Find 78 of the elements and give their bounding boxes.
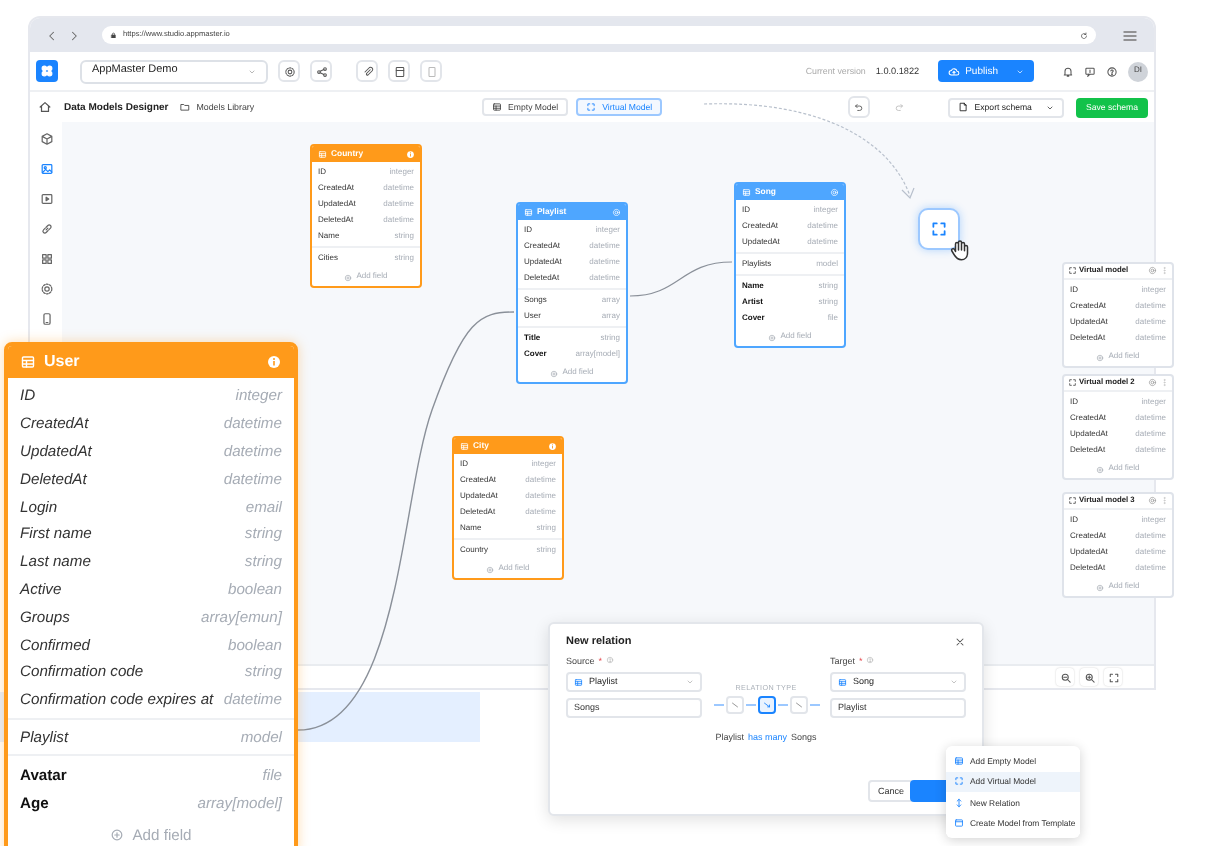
table-icon bbox=[838, 677, 847, 687]
info-icon[interactable] bbox=[266, 354, 282, 370]
share-icon bbox=[315, 65, 327, 77]
diagonal-line-icon bbox=[729, 699, 739, 710]
app-logo[interactable] bbox=[36, 60, 58, 82]
bell-icon[interactable] bbox=[1062, 65, 1074, 77]
table-icon bbox=[318, 149, 327, 159]
plus-circle-icon bbox=[486, 565, 495, 573]
diagonal-line-icon bbox=[793, 699, 803, 710]
hand-cursor-icon bbox=[948, 238, 972, 262]
paperclip-icon bbox=[361, 65, 373, 77]
file-button[interactable] bbox=[420, 60, 442, 82]
settings-icon[interactable] bbox=[1148, 266, 1157, 276]
plus-circle-icon bbox=[768, 333, 777, 341]
play-icon[interactable] bbox=[39, 192, 53, 206]
document-icon bbox=[393, 65, 405, 77]
forward-icon[interactable] bbox=[68, 29, 80, 41]
model-name: User bbox=[44, 352, 82, 372]
gear-icon[interactable] bbox=[39, 282, 53, 296]
close-button[interactable] bbox=[954, 636, 966, 649]
zoom-out-button[interactable] bbox=[1056, 668, 1074, 686]
fit-screen-icon bbox=[930, 220, 948, 238]
attach-button[interactable] bbox=[356, 60, 378, 82]
table-icon bbox=[492, 102, 503, 112]
chat-icon[interactable] bbox=[1084, 65, 1096, 77]
help-icon bbox=[866, 655, 875, 664]
help-icon bbox=[606, 655, 615, 664]
zoom-in-button[interactable] bbox=[1080, 668, 1098, 686]
table-icon bbox=[574, 677, 583, 687]
image-icon[interactable] bbox=[39, 162, 53, 176]
folder-icon bbox=[180, 102, 191, 112]
table-icon bbox=[20, 354, 36, 370]
undo-button[interactable] bbox=[848, 96, 871, 118]
fit-screen-button[interactable] bbox=[918, 208, 960, 250]
fit-screen-button[interactable] bbox=[1104, 668, 1122, 686]
template-icon bbox=[954, 818, 964, 829]
arrows-icon bbox=[954, 797, 964, 808]
relation-line bbox=[629, 261, 733, 297]
document-button[interactable] bbox=[388, 60, 410, 82]
close-icon bbox=[954, 636, 966, 649]
lock-icon bbox=[110, 31, 117, 39]
file-icon bbox=[958, 102, 969, 112]
fit-screen-icon bbox=[1107, 671, 1119, 683]
link-icon[interactable] bbox=[39, 222, 53, 236]
table-icon bbox=[954, 755, 964, 766]
cube-icon[interactable] bbox=[39, 132, 53, 146]
zoom-in-icon bbox=[1083, 671, 1095, 683]
share-button[interactable] bbox=[310, 60, 332, 82]
file-icon bbox=[425, 65, 437, 77]
settings-icon bbox=[283, 65, 295, 77]
plus-circle-icon bbox=[1096, 465, 1105, 473]
plus-circle-icon bbox=[550, 369, 559, 377]
settings-button[interactable] bbox=[278, 60, 300, 82]
plus-circle-icon bbox=[110, 828, 125, 843]
model-card[interactable] bbox=[4, 342, 298, 846]
help-icon[interactable] bbox=[1106, 65, 1118, 77]
zoom-out-icon bbox=[1059, 671, 1071, 683]
plus-circle-icon bbox=[344, 273, 353, 281]
plus-circle-icon bbox=[1096, 353, 1105, 361]
home-icon[interactable] bbox=[38, 100, 52, 114]
settings-icon[interactable] bbox=[1148, 378, 1157, 388]
reload-icon[interactable] bbox=[1080, 31, 1088, 39]
redo-icon bbox=[894, 102, 905, 112]
plus-circle-icon bbox=[1096, 583, 1105, 591]
phone-icon[interactable] bbox=[39, 312, 53, 326]
settings-icon[interactable] bbox=[1148, 496, 1157, 506]
table-icon bbox=[460, 441, 469, 451]
cloud-upload-icon bbox=[947, 65, 960, 77]
info-icon[interactable] bbox=[405, 149, 414, 159]
info-icon[interactable] bbox=[547, 441, 556, 451]
grid-icon[interactable] bbox=[39, 252, 53, 266]
table-icon bbox=[742, 187, 751, 197]
undo-icon bbox=[854, 102, 865, 112]
back-icon[interactable] bbox=[46, 29, 58, 41]
menu-icon[interactable] bbox=[1122, 27, 1138, 43]
table-icon bbox=[524, 207, 533, 217]
diagonal-arrow-icon bbox=[761, 699, 771, 710]
relation-type-option[interactable] bbox=[757, 695, 775, 714]
